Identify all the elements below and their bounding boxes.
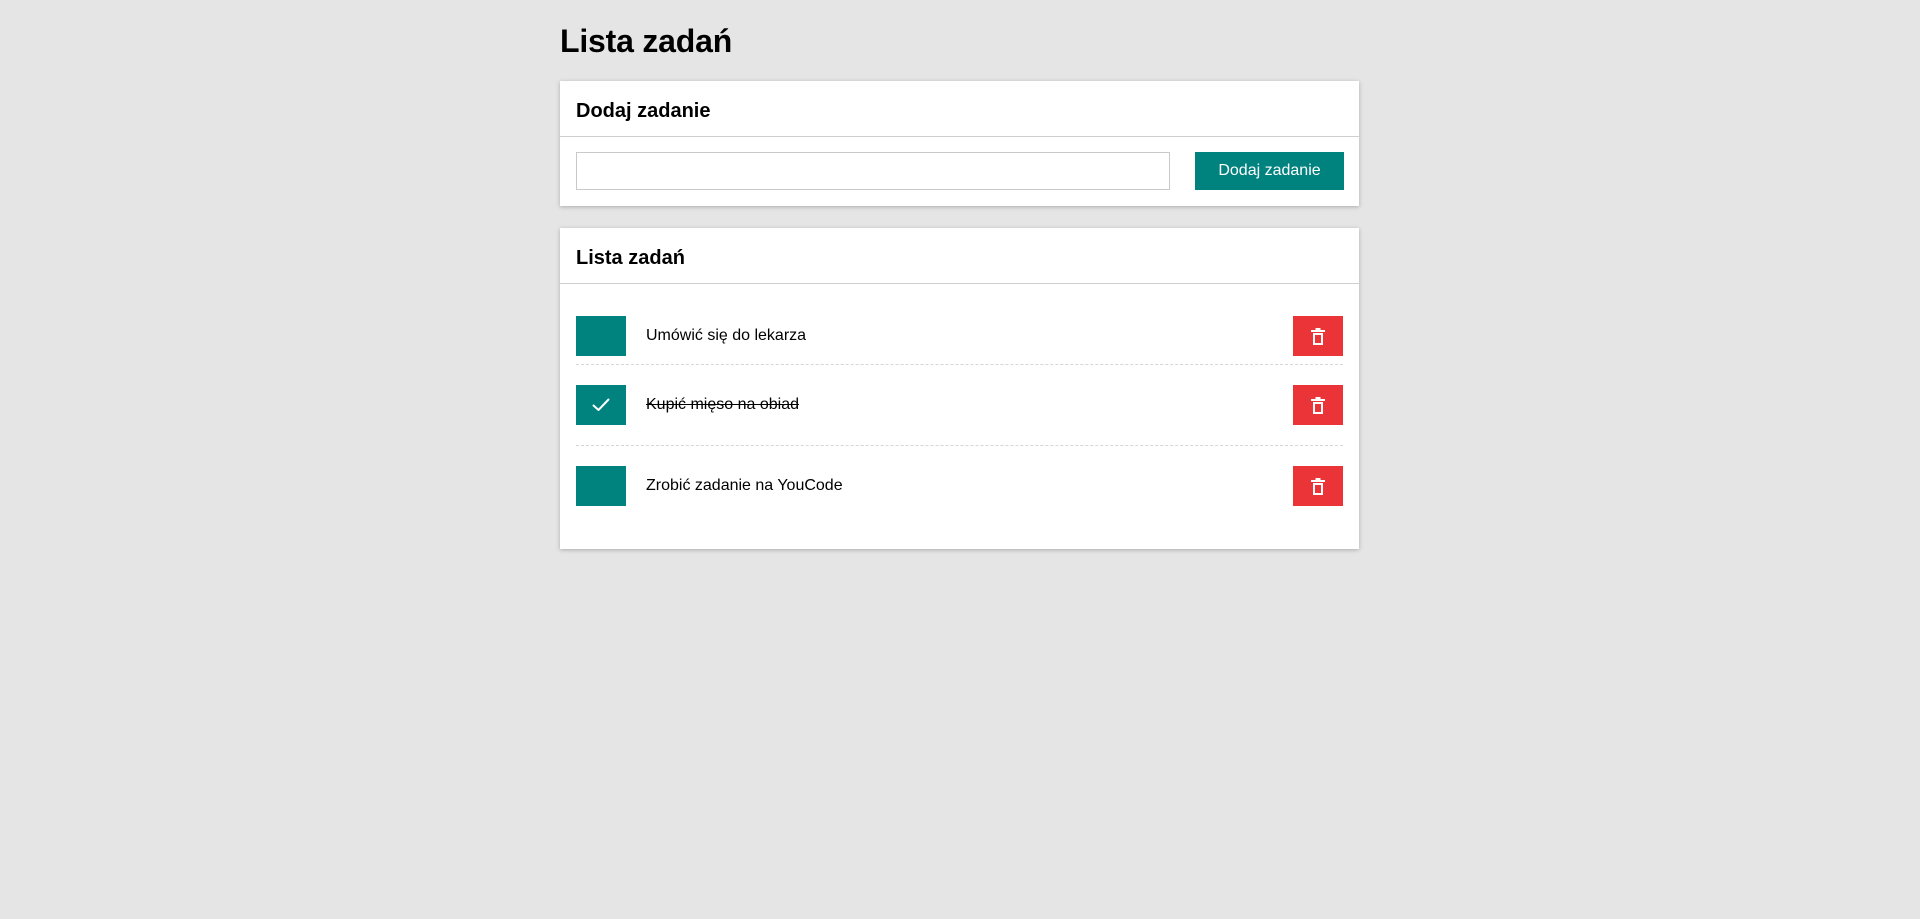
trash-icon (1311, 327, 1325, 345)
new-task-input[interactable] (576, 152, 1170, 190)
task-item: Umówić się do lekarza (576, 284, 1343, 365)
add-task-button[interactable]: Dodaj zadanie (1195, 152, 1344, 190)
task-item: Zrobić zadanie na YouCode (576, 446, 1343, 527)
task-list-card-title: Lista zadań (576, 246, 685, 269)
check-icon (592, 398, 610, 412)
add-task-card-title: Dodaj zadanie (576, 99, 711, 122)
task-checkbox[interactable] (576, 466, 626, 506)
task-checkbox[interactable] (576, 385, 626, 425)
add-task-form: Dodaj zadanie (560, 137, 1359, 205)
task-text: Umówić się do lekarza (646, 327, 807, 344)
add-task-card: Dodaj zadanie Dodaj zadanie (560, 81, 1359, 206)
task-list-card-header: Lista zadań (560, 228, 1359, 284)
page-title: Lista zadań (560, 23, 733, 59)
trash-icon (1311, 396, 1325, 414)
add-task-card-header: Dodaj zadanie (560, 81, 1359, 137)
delete-task-button[interactable] (1293, 466, 1343, 506)
task-list: Umówić się do lekarza Kupić mięso na obi… (560, 284, 1359, 527)
task-text: Kupić mięso na obiad (646, 396, 799, 413)
task-list-card: Lista zadań Umówić się do lekarza Kupić … (560, 228, 1359, 549)
delete-task-button[interactable] (1293, 385, 1343, 425)
trash-icon (1311, 477, 1325, 495)
task-text: Zrobić zadanie na YouCode (646, 477, 843, 494)
task-checkbox[interactable] (576, 316, 626, 356)
delete-task-button[interactable] (1293, 316, 1343, 356)
task-item: Kupić mięso na obiad (576, 365, 1343, 446)
